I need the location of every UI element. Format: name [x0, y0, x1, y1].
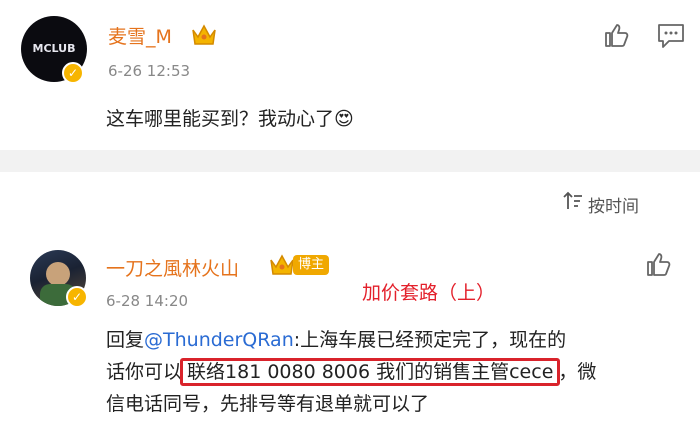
sort-by-time-button[interactable]: 按时间	[588, 192, 639, 217]
highlighted-contact: 联络181 0080 8006 我们的销售主管cece	[180, 358, 561, 386]
comment-body: 这车哪里能买到？我动心了	[106, 108, 335, 130]
comment-text: 这车哪里能买到？我动心了😍	[106, 103, 354, 135]
mention-link[interactable]: @ThunderQRan	[144, 329, 294, 351]
comment-time: 6-28 14:20	[106, 292, 189, 310]
comment-text-segment: ，微	[558, 361, 597, 383]
comment-item-2: ✓ 一刀之風林火山 博主 加价套路（上） 6-28 14:20 回复@Thund…	[0, 222, 700, 440]
reply-prefix: 回复	[106, 329, 145, 351]
sort-bar: 按时间	[0, 172, 700, 222]
comment-item-1: MCLUB ✓ 麦雪_M 6-26 12:53 这车哪里能买到？我动心了😍	[0, 0, 700, 150]
comment-text-segment: :上海车展已经预定完了，现在的	[293, 329, 567, 351]
comment-time: 6-26 12:53	[108, 62, 191, 80]
comment-line-3: 信电话同号，先排号等有退单就可以了	[106, 393, 430, 415]
sort-icon[interactable]	[562, 190, 584, 212]
comment-line-1: 回复@ThunderQRan:上海车展已经预定完了，现在的	[106, 324, 696, 356]
avatar-face	[46, 262, 70, 286]
heart-eyes-emoji: 😍	[334, 108, 354, 130]
annotation-label: 加价套路（上）	[362, 282, 496, 304]
avatar-logo-text: MCLUB	[32, 42, 76, 55]
crown-icon	[270, 254, 294, 275]
comment-line-2: 话你可以 联络181 0080 8006 我们的销售主管cece ，微	[106, 356, 696, 388]
author-badge: 博主	[293, 255, 330, 275]
username[interactable]: 麦雪_M	[108, 22, 172, 49]
username[interactable]: 一刀之風林火山	[106, 254, 239, 281]
comment-icon[interactable]	[656, 22, 686, 50]
thumbs-up-icon[interactable]	[644, 250, 672, 278]
comment-text: 回复@ThunderQRan:上海车展已经预定完了，现在的 话你可以 联络181 …	[106, 324, 696, 420]
crown-icon	[192, 24, 216, 45]
verified-icon: ✓	[66, 286, 88, 308]
comment-text-segment: 话你可以	[106, 361, 183, 383]
verified-icon: ✓	[62, 62, 84, 84]
section-divider	[0, 150, 700, 172]
thumbs-up-icon[interactable]	[602, 21, 630, 49]
